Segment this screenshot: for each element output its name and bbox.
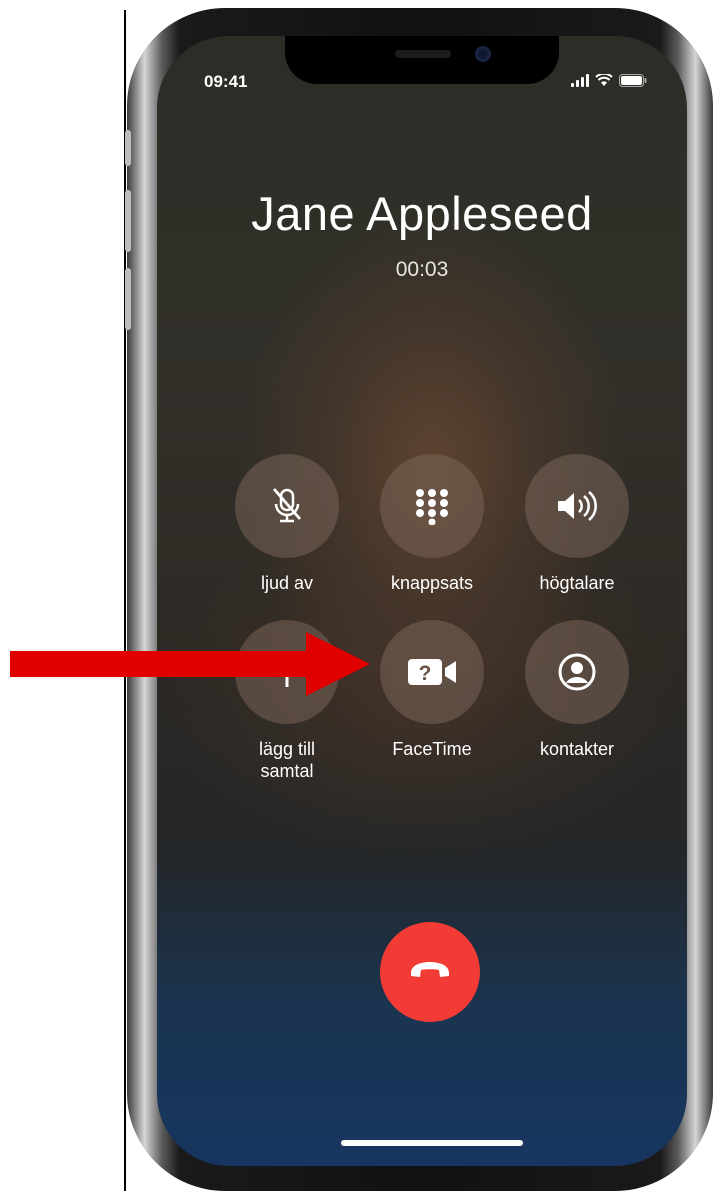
earpiece [395, 50, 451, 58]
speaker-label: högtalare [539, 573, 615, 593]
facetime-unavailable-icon: ? [380, 620, 484, 724]
volume-up-button [125, 190, 131, 252]
annotation-arrow [10, 632, 370, 696]
caller-name: Jane Appleseed [251, 187, 593, 240]
svg-text:?: ? [419, 662, 432, 685]
wifi-icon [595, 74, 613, 87]
facetime-button[interactable]: ? FaceTime [362, 620, 502, 760]
speaker-button[interactable]: högtalare [507, 454, 647, 594]
front-camera [475, 46, 491, 62]
status-icons [571, 74, 647, 87]
contact-icon [525, 620, 629, 724]
notch [285, 36, 559, 84]
facetime-label: FaceTime [392, 739, 472, 759]
page-divider-line [124, 10, 126, 1191]
keypad-icon [380, 454, 484, 558]
mute-button[interactable]: ljud av [217, 454, 357, 594]
home-indicator[interactable] [341, 1140, 523, 1146]
mute-label: ljud av [260, 573, 314, 593]
volume-down-button [125, 268, 131, 330]
cellular-signal-icon [571, 74, 589, 87]
silent-switch [125, 130, 131, 166]
call-duration: 00:03 [395, 258, 449, 281]
phone-screen: 09:41 Jane Appleseed 00:03 ljud av knapp… [157, 36, 687, 1166]
contacts-button[interactable]: kontakter [507, 620, 647, 760]
end-call-button[interactable] [380, 922, 480, 1022]
status-time: 09:41 [204, 72, 248, 91]
battery-icon [619, 74, 647, 87]
end-call-icon [407, 960, 453, 985]
keypad-button[interactable]: knappsats [362, 454, 502, 594]
speaker-icon [525, 454, 629, 558]
keypad-label: knappsats [390, 573, 474, 593]
mic-slash-icon [235, 454, 339, 558]
add-call-label: lägg till samtal [258, 739, 316, 781]
contacts-label: kontakter [539, 739, 615, 759]
